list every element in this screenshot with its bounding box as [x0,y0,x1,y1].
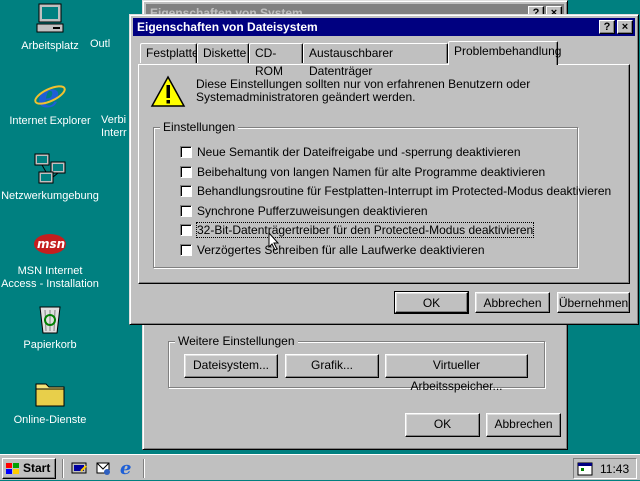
network-icon [33,152,67,186]
checkbox[interactable] [180,224,192,236]
internet-explorer-icon: e [33,76,67,116]
start-label: Start [23,461,51,475]
warning-icon [150,75,186,109]
checkbox[interactable] [180,185,192,197]
system-ok-button[interactable]: OK [405,413,480,437]
tab-cd-rom[interactable]: CD-ROM [249,43,303,78]
checkbox[interactable] [180,146,192,158]
desktop-icon-label: Internet Explorer [9,115,91,127]
checkbox-label: Verzögertes Schreiben für alle Laufwerke… [197,243,485,257]
checkbox-label: Synchrone Pufferzuweisungen deaktivieren [197,204,428,218]
desktop-icon-outlook-partial[interactable]: Outl [90,38,130,51]
tab-austauschbarer-datentraeger[interactable]: Austauschbarer Datenträger [303,43,448,78]
ok-button[interactable]: OK [394,291,469,314]
tab-festplatte[interactable]: Festplatte [140,43,199,63]
desktop-icon-label: Arbeitsplatz [21,40,79,52]
desktop-icon-label: Online-Dienste [13,414,87,426]
msn-icon: msn [33,227,67,261]
checkbox-label: Behandlungsroutine für Festplatten-Inter… [197,184,612,198]
desktop-icon-arbeitsplatz[interactable]: Arbeitsplatz [0,2,100,53]
desktop-icon-online-dienste[interactable]: Online-Dienste [0,376,100,427]
checkbox-label: Beibehaltung von langen Namen für alte P… [197,165,546,179]
computer-icon [33,2,67,36]
dateisystem-button[interactable]: Dateisystem... [184,354,278,378]
group-title: Weitere Einstellungen [175,334,298,348]
desktop-icon-papierkorb[interactable]: Papierkorb [0,301,100,352]
desktop-icon-verbindung-partial[interactable]: Verbi Interr [101,114,131,140]
show-desktop-icon[interactable] [71,460,87,476]
taskbar: Start e 11:43 [0,454,640,480]
checkbox[interactable] [180,205,192,217]
desktop-icon-label: Papierkorb [23,339,77,351]
quick-launch-separator [62,459,64,478]
desktop-icon-label: MSN Internet Access - Installation [1,265,99,290]
clock[interactable]: 11:43 [600,462,629,476]
dialog-title: Eigenschaften von Dateisystem [137,20,318,34]
desktop-icon-msn[interactable]: msn MSN Internet Access - Installation [0,227,100,291]
desktop-icon-netzwerkumgebung[interactable]: Netzwerkumgebung [0,152,100,203]
checkbox-label: 32-Bit-Datenträgertreiber für den Protec… [195,222,535,238]
dialog-titlebar: Eigenschaften von Dateisystem ? × [133,18,635,36]
checkbox[interactable] [180,166,192,178]
help-button[interactable]: ? [599,20,615,34]
quick-launch-separator [143,459,145,478]
desktop-icon-internet-explorer[interactable]: e Internet Explorer [0,76,100,128]
desktop-icon-label: Interr [101,127,127,139]
group-title: Einstellungen [160,120,239,134]
system-tray: 11:43 [573,458,637,479]
internet-explorer-icon[interactable]: e [118,458,136,479]
apply-button[interactable]: Übernehmen [557,292,630,313]
scheduler-icon[interactable] [577,461,593,477]
folder-icon [33,376,67,410]
warning-line: Systemadministratoren geändert werden. [196,90,416,104]
start-button[interactable]: Start [2,458,56,479]
recycle-bin-icon [33,301,67,335]
desktop-icon-label: Netzwerkumgebung [1,190,99,202]
virtual-memory-button[interactable]: Virtueller Arbeitsspeicher... [385,354,528,393]
desktop-icon-label: Outl [90,38,111,50]
checkbox-label: Neue Semantik der Dateifreigabe und -spe… [197,145,521,159]
tab-problembehandlung[interactable]: Problembehandlung [448,41,561,65]
svg-text:e: e [120,458,131,476]
tab-diskette[interactable]: Diskette [197,43,249,63]
system-cancel-button[interactable]: Abbrechen [486,413,561,437]
mouse-cursor-icon [268,231,282,252]
grafik-button[interactable]: Grafik... [285,354,379,378]
cancel-button[interactable]: Abbrechen [475,292,550,313]
windows-logo-icon [6,462,20,474]
outlook-express-icon[interactable] [95,460,111,476]
svg-text:msn: msn [37,237,65,251]
close-button[interactable]: × [617,20,633,34]
warning-text: Diese Einstellungen sollten nur von erfa… [196,78,530,104]
checkbox[interactable] [180,244,192,256]
desktop-icon-label: Verbi [101,114,127,126]
